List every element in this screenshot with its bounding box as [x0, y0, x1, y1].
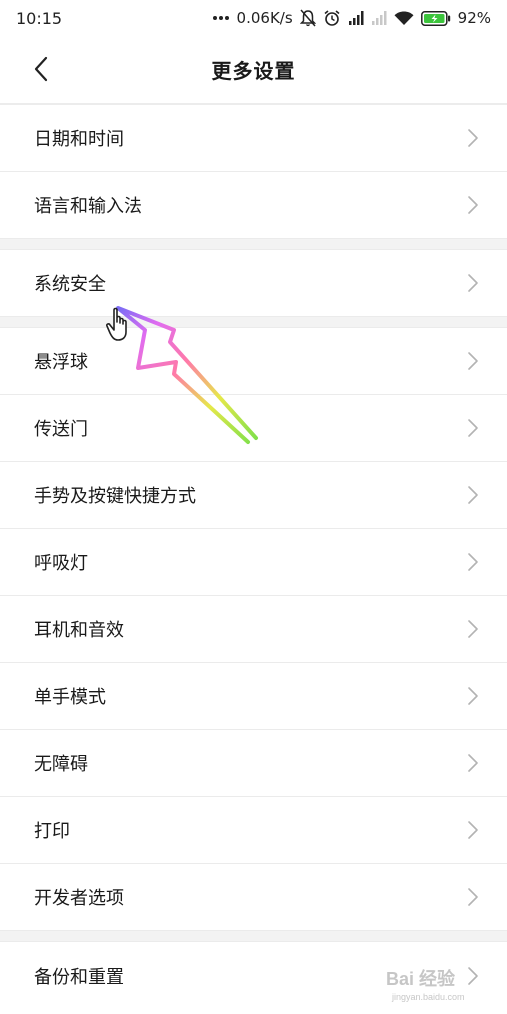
settings-item-label: 传送门	[34, 419, 88, 440]
more-dots-icon	[212, 15, 230, 21]
settings-item-headphones-audio[interactable]: 耳机和音效	[0, 596, 507, 663]
chevron-right-icon	[467, 128, 481, 148]
settings-item-label: 日期和时间	[34, 129, 124, 150]
chevron-right-icon	[467, 485, 481, 505]
alarm-icon	[323, 9, 341, 27]
settings-list: 日期和时间 语言和输入法 系统安全 悬浮球 传送门 手势及按键快捷方式 呼吸灯 …	[0, 105, 507, 1009]
chevron-right-icon	[467, 418, 481, 438]
settings-item-label: 语言和输入法	[34, 196, 142, 217]
chevron-right-icon	[467, 820, 481, 840]
battery-icon	[420, 10, 451, 26]
settings-item-label: 手势及按键快捷方式	[34, 486, 196, 507]
chevron-right-icon	[467, 966, 481, 986]
settings-item-breathing-light[interactable]: 呼吸灯	[0, 529, 507, 596]
chevron-right-icon	[467, 686, 481, 706]
chevron-right-icon	[467, 619, 481, 639]
group-separator	[0, 239, 507, 250]
settings-item-label: 单手模式	[34, 687, 106, 708]
settings-item-developer-options[interactable]: 开发者选项	[0, 864, 507, 931]
settings-item-gestures-shortcuts[interactable]: 手势及按键快捷方式	[0, 462, 507, 529]
chevron-right-icon	[467, 351, 481, 371]
chevron-right-icon	[467, 195, 481, 215]
signal-icon	[348, 11, 364, 25]
settings-item-print[interactable]: 打印	[0, 797, 507, 864]
wifi-icon	[394, 11, 414, 26]
settings-item-one-handed-mode[interactable]: 单手模式	[0, 663, 507, 730]
settings-item-label: 打印	[34, 821, 70, 842]
settings-item-floating-ball[interactable]: 悬浮球	[0, 328, 507, 395]
settings-item-system-security[interactable]: 系统安全	[0, 250, 507, 317]
settings-item-label: 开发者选项	[34, 888, 124, 909]
settings-item-label: 呼吸灯	[34, 553, 88, 574]
status-bar: 10:15 0.06K/s 92%	[0, 0, 507, 36]
chevron-right-icon	[467, 552, 481, 572]
status-icons: 0.06K/s 92%	[212, 9, 491, 27]
settings-item-label: 备份和重置	[34, 966, 124, 988]
settings-item-date-time[interactable]: 日期和时间	[0, 105, 507, 172]
net-speed: 0.06K/s	[236, 9, 293, 27]
chevron-right-icon	[467, 887, 481, 907]
group-separator	[0, 931, 507, 942]
settings-item-backup-reset[interactable]: 备份和重置	[0, 942, 507, 1009]
signal-2-icon	[371, 11, 387, 25]
chevron-right-icon	[467, 753, 481, 773]
back-button[interactable]	[26, 54, 56, 84]
settings-item-label: 悬浮球	[34, 352, 88, 373]
mute-bell-icon	[299, 9, 316, 27]
settings-item-label: 系统安全	[34, 274, 106, 295]
hand-cursor-icon	[106, 307, 127, 341]
settings-item-accessibility[interactable]: 无障碍	[0, 730, 507, 797]
settings-item-label: 无障碍	[34, 754, 88, 775]
group-separator	[0, 317, 507, 328]
settings-item-language-input[interactable]: 语言和输入法	[0, 172, 507, 239]
settings-item-label: 耳机和音效	[34, 620, 124, 641]
battery-percent: 92%	[457, 9, 491, 27]
status-time: 10:15	[16, 8, 63, 28]
page-title: 更多设置	[211, 59, 296, 83]
settings-item-portal[interactable]: 传送门	[0, 395, 507, 462]
header: 更多设置	[0, 36, 507, 103]
back-arrow-icon	[34, 56, 48, 82]
chevron-right-icon	[467, 273, 481, 293]
